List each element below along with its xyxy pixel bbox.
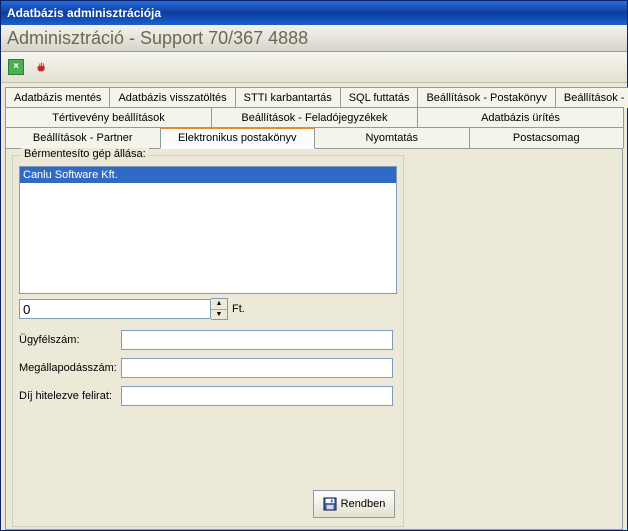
label-megallapodasszam: Megállapodásszám: bbox=[19, 362, 121, 374]
titlebar[interactable]: Adatbázis adminisztrációja bbox=[1, 1, 627, 25]
close-icon: × bbox=[8, 59, 24, 75]
spinner-down-icon[interactable]: ▼ bbox=[211, 310, 227, 320]
label-dij-hitelezve: Díj hitelezve felirat: bbox=[19, 390, 121, 402]
company-listbox[interactable]: Canlu Software Kft. bbox=[19, 166, 397, 294]
tab-page: Bérmentesíto gép állása: Canlu Software … bbox=[5, 148, 623, 530]
window-title: Adatbázis adminisztrációja bbox=[7, 6, 161, 20]
tab-beallitasok-postakonyv[interactable]: Beállítások - Postakönyv bbox=[417, 87, 555, 108]
input-ugyfelszam[interactable] bbox=[121, 330, 393, 350]
tab-sql-futtatas[interactable]: SQL futtatás bbox=[340, 87, 419, 108]
label-ugyfelszam: Ügyfélszám: bbox=[19, 334, 121, 346]
tab-feladojegyzekek[interactable]: Beállítások - Feladójegyzékek bbox=[211, 107, 418, 128]
tab-stti-karbantartas[interactable]: STTI karbantartás bbox=[235, 87, 341, 108]
input-dij-hitelezve[interactable] bbox=[121, 386, 393, 406]
tab-adatbazis-urites[interactable]: Adatbázis ürítés bbox=[417, 107, 624, 128]
ok-button[interactable]: Rendben bbox=[313, 490, 395, 518]
row-ugyfelszam: Ügyfélszám: bbox=[19, 330, 393, 350]
stop-icon bbox=[35, 60, 49, 74]
tab-nyomtatas[interactable]: Nyomtatás bbox=[314, 127, 470, 148]
tab-strip: Adatbázis mentés Adatbázis visszatöltés … bbox=[1, 85, 627, 530]
subheader-text: Adminisztráció - Support 70/367 4888 bbox=[7, 28, 308, 49]
tab-beallitasok-partner[interactable]: Beállítások - Partner bbox=[5, 127, 161, 148]
toolbar-close-button[interactable]: × bbox=[5, 56, 27, 78]
tab-row-3: Beállítások - Partner Elektronikus posta… bbox=[5, 127, 623, 149]
tab-row-2: Tértivevény beállítások Beállítások - Fe… bbox=[5, 107, 623, 128]
amount-row: ▲ ▼ Ft. bbox=[19, 298, 245, 320]
tab-elektronikus-postakonyv[interactable]: Elektronikus postakönyv bbox=[160, 127, 316, 149]
input-megallapodasszam[interactable] bbox=[121, 358, 393, 378]
groupbox-bermentesito: Bérmentesíto gép állása: Canlu Software … bbox=[12, 155, 404, 527]
tab-beallitasok-iktatas[interactable]: Beállítások - Iktatás bbox=[555, 87, 628, 108]
save-icon bbox=[323, 497, 337, 511]
spinner-up-icon[interactable]: ▲ bbox=[211, 299, 227, 310]
list-item[interactable]: Canlu Software Kft. bbox=[20, 167, 396, 183]
tab-postacsomag[interactable]: Postacsomag bbox=[469, 127, 625, 148]
row-megallapodasszam: Megállapodásszám: bbox=[19, 358, 393, 378]
amount-spinner[interactable]: ▲ ▼ bbox=[211, 298, 228, 320]
toolbar: × bbox=[1, 52, 627, 83]
app-window: Adatbázis adminisztrációja Adminisztráci… bbox=[0, 0, 628, 531]
tab-tertiveveny[interactable]: Tértivevény beállítások bbox=[5, 107, 212, 128]
tab-adatbazis-mentes[interactable]: Adatbázis mentés bbox=[5, 87, 110, 108]
tab-row-1: Adatbázis mentés Adatbázis visszatöltés … bbox=[5, 87, 623, 108]
toolbar-stop-button[interactable] bbox=[31, 56, 53, 78]
ok-button-label: Rendben bbox=[341, 498, 386, 510]
tab-adatbazis-visszatoltes[interactable]: Adatbázis visszatöltés bbox=[109, 87, 235, 108]
amount-input[interactable] bbox=[19, 299, 211, 319]
amount-unit: Ft. bbox=[232, 303, 245, 315]
subheader: Adminisztráció - Support 70/367 4888 bbox=[1, 25, 627, 52]
groupbox-label: Bérmentesíto gép állása: bbox=[21, 148, 149, 160]
row-dij-hitelezve: Díj hitelezve felirat: bbox=[19, 386, 393, 406]
